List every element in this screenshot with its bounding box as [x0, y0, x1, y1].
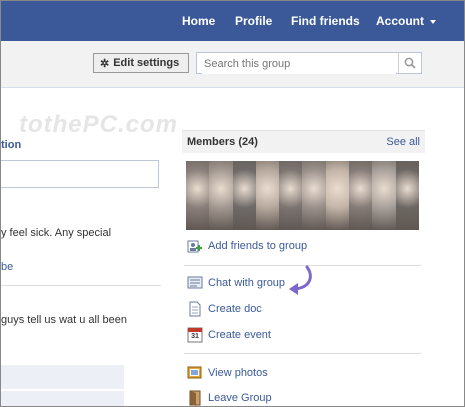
edit-settings-label: Edit settings: [113, 57, 180, 69]
nav-home-link[interactable]: Home: [182, 14, 215, 28]
leave-door-icon: [187, 390, 203, 406]
post-text-2: guys tell us wat u all been: [1, 314, 127, 326]
leave-group-label: Leave Group: [208, 392, 272, 404]
chat-icon: [187, 275, 203, 291]
member-photo[interactable]: [395, 161, 419, 230]
members-title: Members (24): [187, 136, 258, 148]
search-icon: [404, 57, 416, 69]
leave-group-link[interactable]: Leave Group: [187, 390, 272, 406]
calendar-icon: 31: [187, 327, 203, 343]
create-doc-link[interactable]: Create doc: [187, 301, 262, 317]
member-photos-strip[interactable]: [186, 161, 419, 230]
post-link[interactable]: be: [1, 261, 13, 273]
create-event-link[interactable]: 31 Create event: [187, 327, 271, 343]
gear-icon: ✲: [100, 57, 110, 70]
post-text-1: y feel sick. Any special: [1, 227, 112, 239]
search-button[interactable]: [398, 53, 421, 73]
edit-settings-button[interactable]: ✲ Edit settings: [93, 53, 189, 73]
top-navigation-bar: Home Profile Find friends Account: [1, 1, 464, 41]
create-doc-label: Create doc: [208, 303, 262, 315]
chat-label: Chat with group: [208, 277, 286, 289]
view-photos-label: View photos: [208, 367, 268, 379]
member-photo[interactable]: [349, 161, 373, 230]
action-divider: [184, 353, 421, 354]
watermark-text: tothePC.com: [19, 111, 179, 138]
left-section-heading: tion: [1, 139, 22, 151]
member-photo[interactable]: [209, 161, 233, 230]
left-text-input[interactable]: [1, 160, 159, 188]
member-photo[interactable]: [232, 161, 256, 230]
group-search-input[interactable]: [202, 54, 396, 74]
photos-icon: [187, 365, 203, 381]
add-friend-icon: [187, 238, 203, 254]
nav-account-menu[interactable]: Account: [376, 14, 436, 28]
comment-box: [1, 365, 124, 389]
member-photo[interactable]: [186, 161, 210, 230]
chat-with-group-link[interactable]: Chat with group: [187, 275, 285, 291]
members-header: Members (24) See all: [182, 130, 425, 153]
group-search-box: [196, 52, 422, 74]
nav-profile-link[interactable]: Profile: [235, 14, 272, 28]
member-photo[interactable]: [279, 161, 303, 230]
see-all-members-link[interactable]: See all: [386, 136, 420, 148]
comment-box: [1, 391, 124, 406]
member-photo[interactable]: [372, 161, 396, 230]
view-photos-link[interactable]: View photos: [187, 365, 268, 381]
member-photo[interactable]: [325, 161, 350, 230]
nav-account-label: Account: [376, 14, 424, 28]
member-photo[interactable]: [302, 161, 326, 230]
create-event-label: Create event: [208, 329, 271, 341]
calendar-day-number: 31: [191, 333, 199, 340]
nav-find-friends-link[interactable]: Find friends: [291, 14, 360, 28]
browser-viewport: Home Profile Find friends Account ✲ Edit…: [0, 0, 465, 407]
chevron-down-icon: [430, 19, 436, 24]
post-divider: [1, 285, 161, 286]
annotation-arrow-icon: [289, 265, 312, 295]
document-icon: [187, 301, 203, 317]
member-photo[interactable]: [255, 161, 280, 230]
add-friends-label: Add friends to group: [208, 240, 308, 252]
add-friends-to-group-link[interactable]: Add friends to group: [187, 238, 307, 254]
group-header-bar: ✲ Edit settings: [1, 41, 464, 88]
